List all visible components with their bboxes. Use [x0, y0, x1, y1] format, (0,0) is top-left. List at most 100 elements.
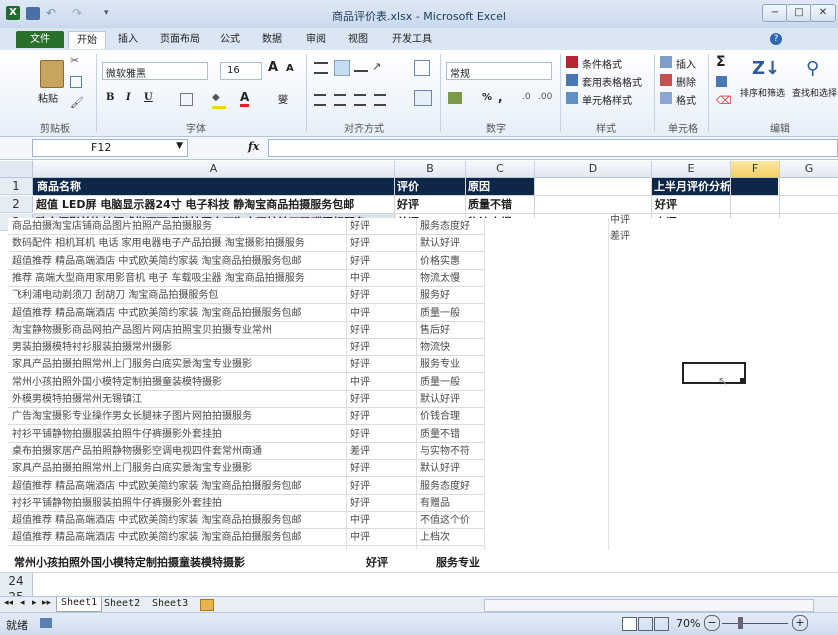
format-table-icon[interactable] [566, 74, 578, 86]
tab-review[interactable]: 审阅 [306, 31, 326, 48]
align-left-icon[interactable] [314, 94, 326, 106]
cell-c2[interactable]: 质量不错 [468, 196, 532, 213]
increase-decimal-icon[interactable]: .0 [522, 92, 531, 102]
sheet-tab-sheet1[interactable]: Sheet1 [56, 597, 103, 612]
copy-icon[interactable] [70, 76, 82, 88]
autosum-button[interactable]: Σ [716, 54, 726, 70]
accounting-format-icon[interactable] [448, 92, 462, 104]
align-middle-icon[interactable] [334, 60, 350, 76]
tab-insert[interactable]: 插入 [118, 31, 138, 48]
macro-record-icon[interactable] [40, 618, 52, 628]
row-header[interactable]: 2 [0, 196, 33, 213]
cell-d1[interactable] [535, 178, 651, 195]
cut-icon[interactable]: ✂ [70, 54, 79, 67]
name-box[interactable]: F12 ▼ [32, 139, 188, 157]
row-header[interactable]: 24 [0, 573, 33, 590]
cell-b1[interactable]: 评价 [395, 178, 465, 195]
bold-button[interactable]: B [106, 92, 114, 103]
font-color-button[interactable]: A [240, 90, 250, 107]
merge-center-icon[interactable] [414, 90, 432, 106]
format-cells-icon[interactable] [660, 92, 672, 104]
format-painter-icon[interactable]: 🖌 [70, 96, 84, 109]
number-format-select[interactable]: 常规 [446, 62, 552, 80]
cell-c1[interactable]: 原因 [466, 178, 534, 195]
cell-a2[interactable]: 超值 LED屏 电脑显示器24寸 电子科技 静淘宝商品拍摄服务包邮 [36, 196, 392, 213]
borders-icon[interactable] [180, 93, 193, 106]
cell-c23[interactable]: 服务专业 [436, 554, 502, 571]
fill-color-icon[interactable]: ◆ [212, 92, 226, 109]
delete-cells-icon[interactable] [660, 74, 672, 86]
zoom-in-button[interactable]: + [792, 615, 808, 631]
maximize-button[interactable]: □ [786, 4, 812, 22]
tab-home[interactable]: 开始 [68, 31, 106, 49]
sort-filter-icon[interactable]: Z↓ [752, 58, 780, 79]
cell-styles-icon[interactable] [566, 92, 578, 104]
cell-a1[interactable]: 商品名称 [33, 178, 397, 195]
comma-button[interactable]: , [498, 90, 503, 104]
insert-cells-icon[interactable] [660, 56, 672, 68]
sheet-nav-prev-icon[interactable]: ◂ [20, 598, 25, 608]
shrink-font-button[interactable]: A [286, 63, 294, 74]
page-layout-view-icon[interactable] [638, 617, 653, 631]
help-icon[interactable]: ? [770, 33, 782, 45]
cell-styles-button[interactable]: 单元格样式 [582, 92, 632, 107]
fx-icon[interactable]: fx [248, 140, 259, 153]
column-header-c[interactable]: C [466, 161, 535, 178]
cell-b2[interactable]: 好评 [397, 196, 463, 213]
fill-icon[interactable] [716, 76, 727, 87]
percent-button[interactable]: % [482, 92, 492, 103]
column-header-e[interactable]: E [652, 161, 731, 178]
close-button[interactable]: ✕ [810, 4, 836, 22]
row-header[interactable]: 1 [0, 178, 33, 195]
sheet-nav-first-icon[interactable]: ◂◂ [4, 598, 13, 608]
column-header-g[interactable]: G [780, 161, 838, 178]
sheet-tab-sheet3[interactable]: Sheet3 [152, 598, 188, 609]
tab-data[interactable]: 数据 [262, 31, 282, 48]
find-select-button[interactable]: 查找和选择 [792, 86, 837, 99]
paste-button[interactable]: 粘贴 [38, 90, 58, 105]
cell-e1[interactable]: 上半月评价分析 [652, 178, 778, 195]
format-as-table-button[interactable]: 套用表格格式 [582, 74, 642, 89]
horizontal-scrollbar[interactable] [484, 599, 814, 612]
column-header-f[interactable]: F [731, 161, 780, 178]
insert-cells-button[interactable]: 插入 [676, 56, 696, 71]
font-name-select[interactable]: 微软雅黑 [102, 62, 208, 80]
zoom-out-button[interactable]: − [704, 615, 720, 631]
sheet-nav-last-icon[interactable]: ▸▸ [42, 598, 51, 608]
font-size-select[interactable]: 16 [220, 62, 262, 80]
page-break-view-icon[interactable] [654, 617, 669, 631]
conditional-format-icon[interactable] [566, 56, 578, 68]
tab-file[interactable]: 文件 [16, 31, 64, 48]
format-cells-button[interactable]: 格式 [676, 92, 696, 107]
tab-page-layout[interactable]: 页面布局 [160, 31, 200, 48]
align-bottom-icon[interactable] [354, 62, 368, 72]
indent-icon[interactable] [374, 94, 386, 106]
decrease-decimal-icon[interactable]: .00 [538, 92, 552, 102]
select-all-corner[interactable] [0, 161, 33, 178]
zoom-level[interactable]: 70% [676, 617, 700, 630]
delete-cells-button[interactable]: 删除 [676, 74, 696, 89]
paste-icon[interactable] [40, 60, 64, 88]
formula-input[interactable] [268, 139, 838, 157]
column-header-b[interactable]: B [395, 161, 466, 178]
conditional-format-button[interactable]: 条件格式 [582, 56, 622, 71]
align-top-icon[interactable] [314, 62, 328, 74]
find-select-icon[interactable]: ⚲ [806, 58, 819, 79]
cell-e2[interactable]: 好评 [655, 196, 729, 213]
insert-sheet-icon[interactable] [200, 599, 214, 611]
orientation-icon[interactable]: ↗ [372, 60, 381, 73]
clear-icon[interactable]: ⌫ [716, 94, 732, 107]
sheet-tab-sheet2[interactable]: Sheet2 [104, 598, 140, 609]
fill-handle[interactable] [740, 378, 744, 382]
cell-a23[interactable]: 常州小孩拍照外国小模特定制拍摄童装模特摄影 [14, 554, 360, 571]
zoom-slider[interactable] [722, 623, 788, 624]
align-right-icon[interactable] [354, 94, 366, 106]
underline-button[interactable]: U [144, 92, 153, 103]
zoom-slider-thumb[interactable] [738, 617, 743, 629]
normal-view-icon[interactable] [622, 617, 637, 631]
sheet-nav-next-icon[interactable]: ▸ [32, 598, 37, 608]
cell-b23[interactable]: 好评 [366, 554, 426, 571]
grow-font-button[interactable]: A [268, 60, 278, 75]
wrap-text-icon[interactable] [414, 60, 430, 76]
tab-developer[interactable]: 开发工具 [392, 31, 432, 48]
